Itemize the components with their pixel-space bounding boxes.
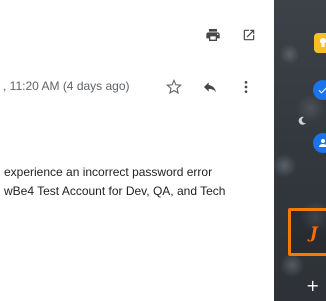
more-vertical-icon: [244, 81, 248, 93]
contacts-app-button[interactable]: [313, 133, 326, 153]
reply-button[interactable]: [200, 77, 220, 97]
keep-app-button[interactable]: [314, 33, 326, 53]
star-outline-icon: [166, 79, 182, 95]
open-in-new-window-icon: [243, 29, 255, 41]
add-addon-button[interactable]: +: [306, 276, 319, 295]
print-icon: [206, 29, 220, 41]
message-body-line: experience an incorrect password error: [4, 165, 213, 179]
message-body-line: wBe4 Test Account for Dev, QA, and Tech: [4, 184, 226, 198]
keep-icon: [320, 38, 326, 47]
tasks-app-button[interactable]: [313, 80, 326, 100]
reply-icon: [204, 82, 216, 93]
background-crescent-icon: [298, 116, 306, 125]
addon-app-button[interactable]: J: [288, 208, 326, 256]
more-options-button[interactable]: [236, 77, 256, 97]
open-in-new-window-button[interactable]: [240, 26, 258, 44]
tasks-icon: [318, 87, 326, 94]
message-timestamp: , 11:20 AM (4 days ago): [3, 79, 130, 93]
email-reading-pane: , 11:20 AM (4 days ago) experience an in…: [0, 0, 274, 301]
print-button[interactable]: [204, 26, 222, 44]
message-body: experience an incorrect password error w…: [4, 163, 225, 201]
message-header-row: , 11:20 AM (4 days ago): [0, 76, 274, 98]
contacts-icon: [319, 139, 326, 147]
addon-icon: J: [310, 223, 318, 242]
star-button[interactable]: [164, 77, 184, 97]
